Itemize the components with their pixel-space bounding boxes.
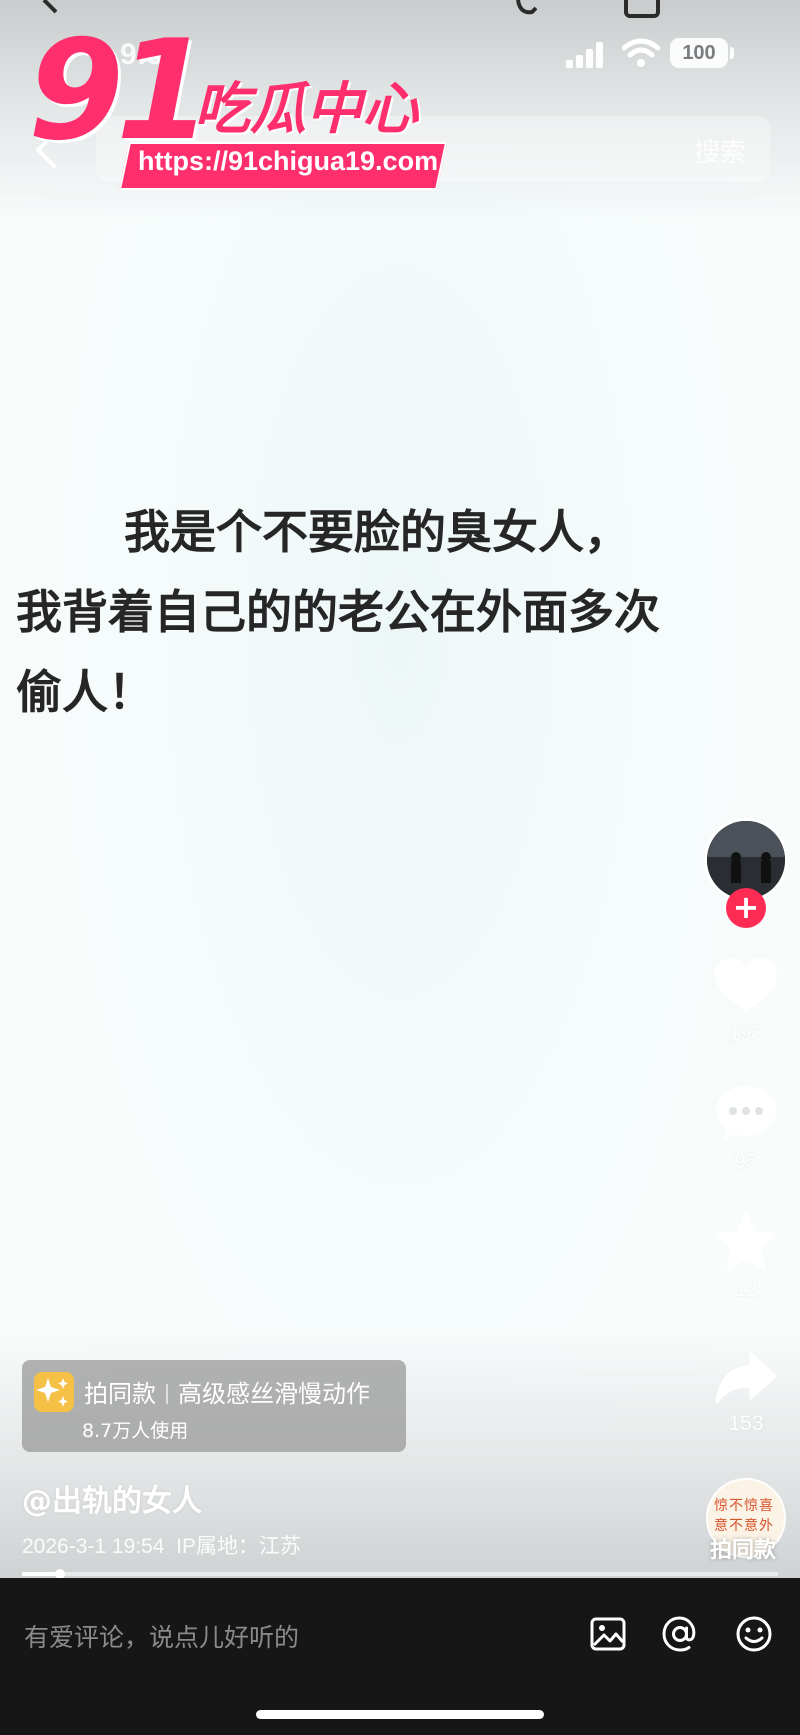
star-icon: [715, 1212, 777, 1271]
favorite-button[interactable]: 12: [706, 1212, 786, 1302]
watermark-name: 吃瓜中心: [194, 77, 418, 142]
remix-disc-text: 惊不惊喜意不意外: [714, 1498, 774, 1534]
template-label: 拍同款: [84, 1380, 156, 1408]
caption-line-1: 我是个不要脸的臭女人，: [124, 505, 630, 559]
video-player[interactable]: 9:33 100 搜索 91 吃瓜中心 https://91chigua19.c…: [0, 0, 800, 1578]
follow-button[interactable]: +: [726, 888, 766, 928]
video-progress-bar[interactable]: [22, 1569, 778, 1578]
post-meta: 2026-3-1 19:54 IP属地：江苏: [22, 1530, 301, 1560]
comment-count: 95: [734, 1150, 758, 1173]
like-count: 190: [728, 1022, 764, 1045]
post-date: 2026-3-1 19:54: [22, 1535, 165, 1558]
image-icon[interactable]: [588, 1614, 628, 1654]
comment-icon: [716, 1086, 776, 1141]
cellular-signal-icon: [566, 40, 610, 68]
battery-cap: [730, 47, 734, 59]
post-ip-location: IP属地：江苏: [176, 1535, 301, 1558]
watermark-logo: 91 吃瓜中心 https://91chigua19.com: [28, 10, 448, 190]
progress-knob[interactable]: [54, 1569, 65, 1578]
author-name[interactable]: @出轨的女人: [22, 1476, 202, 1520]
share-button[interactable]: 153: [706, 1350, 786, 1436]
template-users: 8.7万人使用: [82, 1420, 189, 1442]
comment-input[interactable]: 有爱评论，说点儿好听的: [24, 1618, 299, 1654]
template-card[interactable]: 拍同款 高级感丝滑慢动作 8.7万人使用: [22, 1360, 406, 1452]
caption-line-2: 我背着自己的的老公在外面多次: [16, 585, 660, 639]
home-indicator: [256, 1710, 544, 1719]
wifi-icon: [622, 38, 660, 67]
emoji-icon[interactable]: [734, 1614, 774, 1654]
template-name: 高级感丝滑慢动作: [178, 1380, 370, 1408]
battery-level: 100: [682, 42, 716, 64]
favorite-count: 12: [734, 1278, 758, 1301]
share-count: 153: [728, 1412, 764, 1435]
caption-line-3: 偷人！: [16, 665, 154, 719]
template-title: 拍同款 高级感丝滑慢动作: [84, 1374, 370, 1409]
at-icon[interactable]: [660, 1614, 700, 1654]
video-caption-text: 我是个不要脸的臭女人， 我背着自己的的老公在外面多次 偷人！: [16, 492, 786, 732]
comment-button[interactable]: 95: [706, 1084, 786, 1174]
sparkle-icon: [34, 1372, 74, 1412]
template-divider: [166, 1384, 168, 1404]
heart-icon: [715, 958, 777, 1012]
remix-label[interactable]: 拍同款: [710, 1532, 776, 1564]
watermark-url: https://91chigua19.com: [138, 146, 439, 176]
search-button[interactable]: 搜索: [694, 132, 746, 169]
battery-indicator: 100: [670, 38, 728, 68]
like-button[interactable]: 190: [706, 956, 786, 1046]
share-icon: [715, 1352, 777, 1404]
